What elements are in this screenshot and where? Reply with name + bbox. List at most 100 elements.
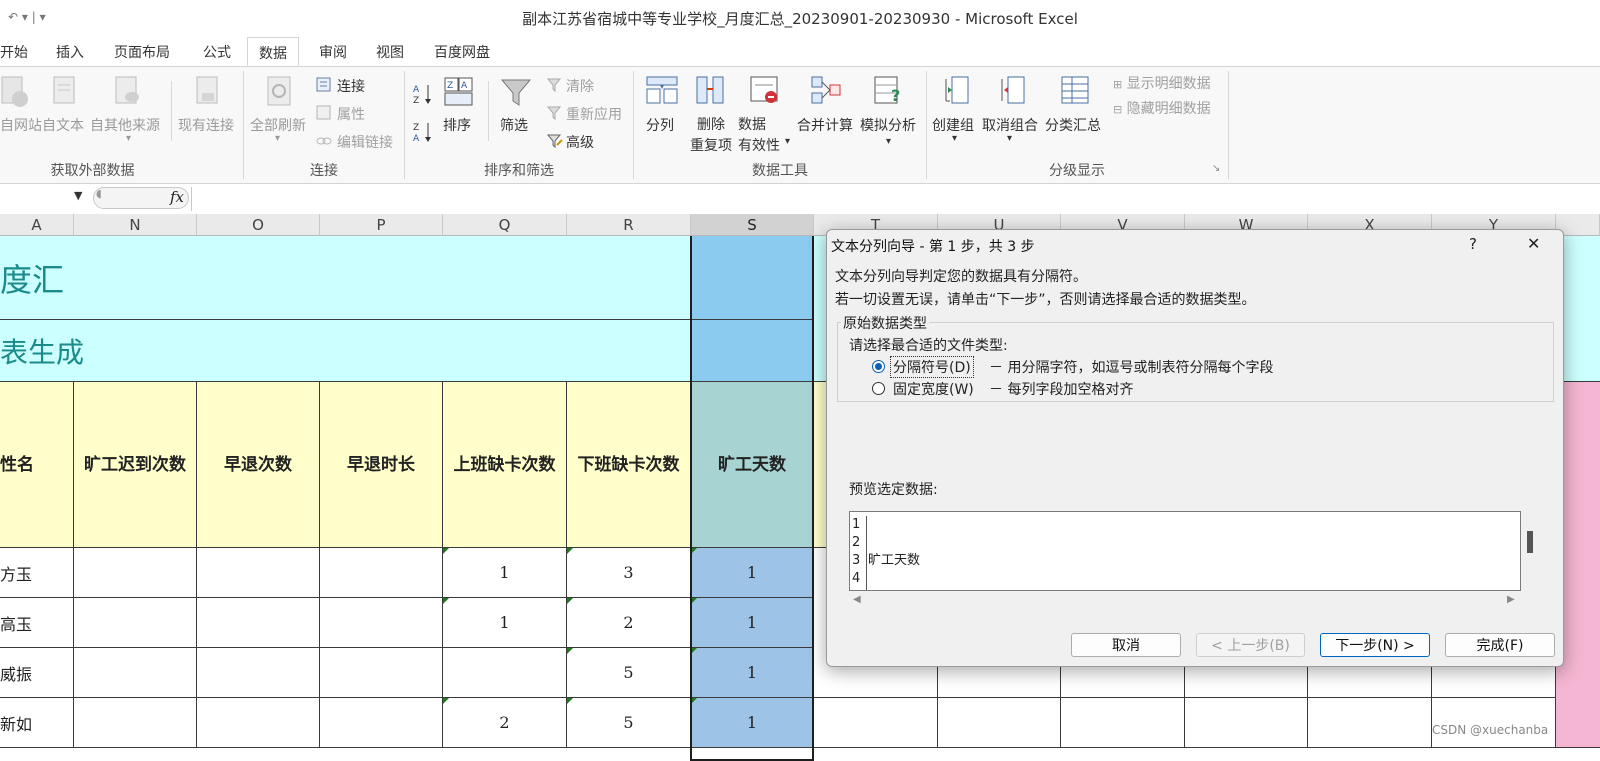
remove-duplicates-button[interactable]: 删除 重复项	[690, 115, 732, 157]
next-button[interactable]: 下一步(N) >	[1320, 633, 1430, 657]
edit-links-button[interactable]: 编辑链接	[337, 132, 393, 152]
cancel-button[interactable]: 取消	[1071, 633, 1181, 657]
data-validation-button[interactable]: 数据 有效性	[738, 115, 780, 157]
cell-o-row4[interactable]	[197, 698, 320, 748]
cell-name-row3[interactable]: 威振	[0, 648, 74, 698]
cell-s-row3[interactable]: 1	[691, 648, 814, 698]
cell-o-row1[interactable]	[197, 548, 320, 598]
text-to-columns-button[interactable]: 分列	[646, 115, 674, 135]
column-header-r[interactable]: R	[567, 214, 691, 236]
header-checkin-missing[interactable]: 上班缺卡次数	[443, 382, 567, 548]
cell-r-row4[interactable]: 5	[567, 698, 691, 748]
cell-q-row1[interactable]: 1	[443, 548, 567, 598]
clear-button[interactable]: 清除	[566, 76, 594, 96]
from-other-sources-button[interactable]: 自其他来源	[90, 115, 160, 135]
cell-q-row4[interactable]: 2	[443, 698, 567, 748]
tab-formulas[interactable]: 公式	[203, 42, 231, 62]
sort-button[interactable]: 排序	[443, 115, 471, 135]
cell-s-row1[interactable]: 1	[691, 548, 814, 598]
what-if-dropdown-arrow[interactable]: ▾	[886, 136, 891, 147]
ungroup-button[interactable]: 取消组合	[982, 115, 1038, 135]
header-absent-late-count[interactable]: 旷工迟到次数	[74, 382, 197, 548]
cell-o-row3[interactable]	[197, 648, 320, 698]
cell-s-row2[interactable]: 1	[691, 598, 814, 648]
scroll-right-arrow[interactable]: ▶	[1507, 594, 1515, 605]
from-text-button[interactable]: 自文本	[42, 115, 84, 135]
cell-s-row4[interactable]: 1	[691, 698, 814, 748]
column-header-o[interactable]: O	[197, 214, 320, 236]
properties-button[interactable]: 属性	[337, 104, 365, 124]
header-early-leave-count[interactable]: 早退次数	[197, 382, 320, 548]
formula-input[interactable]	[192, 187, 1592, 211]
sheet-title-cell[interactable]: 度汇	[0, 236, 691, 320]
other-sources-dropdown-arrow[interactable]: ▾	[126, 133, 131, 144]
refresh-dropdown-arrow[interactable]: ▾	[275, 133, 280, 144]
connections-button[interactable]: 连接	[337, 76, 365, 96]
header-early-leave-duration[interactable]: 早退时长	[320, 382, 443, 548]
help-button[interactable]: ?	[1469, 235, 1477, 253]
cell-t-row4[interactable]	[814, 698, 938, 748]
sheet-subtitle-cell[interactable]: 表生成	[0, 320, 691, 382]
consolidate-button[interactable]: 合并计算	[797, 115, 853, 135]
cell-r-row1[interactable]: 3	[567, 548, 691, 598]
tab-insert[interactable]: 插入	[56, 42, 84, 62]
tab-page-layout[interactable]: 页面布局	[114, 42, 170, 62]
delimited-label[interactable]: 分隔符号(D)	[890, 356, 974, 378]
fixed-width-radio[interactable]	[872, 382, 885, 395]
create-group-button[interactable]: 创建组	[932, 115, 974, 135]
tab-review[interactable]: 审阅	[319, 42, 347, 62]
back-button[interactable]: < 上一步(B)	[1196, 633, 1305, 657]
cell-s1[interactable]	[691, 236, 814, 320]
what-if-analysis-button[interactable]: 模拟分析	[860, 115, 916, 135]
filter-button[interactable]: 筛选	[500, 115, 528, 135]
cell-name-row4[interactable]: 新如	[0, 698, 74, 748]
reapply-button[interactable]: 重新应用	[566, 104, 622, 124]
fixed-width-label[interactable]: 固定宽度(W)	[893, 379, 974, 399]
column-header-a[interactable]: A	[0, 214, 74, 236]
tab-baidu-netdisk[interactable]: 百度网盘	[434, 42, 490, 62]
tab-home[interactable]: 开始	[0, 42, 28, 62]
cell-q-row2[interactable]: 1	[443, 598, 567, 648]
insert-function-button[interactable]: fx	[170, 188, 184, 206]
scroll-left-arrow[interactable]: ◀	[853, 594, 861, 605]
cell-n-row3[interactable]	[74, 648, 197, 698]
subtotal-button[interactable]: 分类汇总	[1045, 115, 1101, 135]
finish-button[interactable]: 完成(F)	[1445, 633, 1555, 657]
cell-n-row2[interactable]	[74, 598, 197, 648]
tab-view[interactable]: 视图	[376, 42, 404, 62]
cell-p-row3[interactable]	[320, 648, 443, 698]
ungroup-dropdown-arrow[interactable]: ▾	[1007, 133, 1012, 144]
cell-name-row2[interactable]: 高玉	[0, 598, 74, 648]
cell-n-row1[interactable]	[74, 548, 197, 598]
name-box-dropdown-arrow[interactable]: ▼	[74, 189, 82, 202]
cell-w-row4[interactable]	[1185, 698, 1308, 748]
refresh-all-button[interactable]: 全部刷新	[250, 115, 306, 135]
cell-p-row1[interactable]	[320, 548, 443, 598]
column-header-q[interactable]: Q	[443, 214, 567, 236]
existing-connections-button[interactable]: 现有连接	[178, 115, 234, 135]
show-detail-button[interactable]: ⊞ 显示明细数据	[1113, 73, 1211, 93]
cell-n-row4[interactable]	[74, 698, 197, 748]
cell-r-row2[interactable]: 2	[567, 598, 691, 648]
header-name-cell[interactable]: 性名	[0, 382, 74, 548]
column-header-s[interactable]: S	[691, 214, 814, 236]
cell-v-row4[interactable]	[1061, 698, 1185, 748]
header-absent-days[interactable]: 旷工天数	[691, 382, 814, 548]
group-dropdown-arrow[interactable]: ▾	[952, 133, 957, 144]
cell-u-row4[interactable]	[938, 698, 1061, 748]
cell-name-row1[interactable]: 方玉	[0, 548, 74, 598]
cell-o-row2[interactable]	[197, 598, 320, 648]
header-checkout-missing[interactable]: 下班缺卡次数	[567, 382, 691, 548]
cell-p-row4[interactable]	[320, 698, 443, 748]
column-header-n[interactable]: N	[74, 214, 197, 236]
cell-r-row3[interactable]: 5	[567, 648, 691, 698]
hide-detail-button[interactable]: ⊟ 隐藏明细数据	[1113, 98, 1211, 118]
tab-data[interactable]: 数据	[247, 37, 299, 66]
cell-q-row3[interactable]	[443, 648, 567, 698]
outline-dialog-launcher[interactable]: ↘	[1212, 163, 1220, 174]
cell-x-row4[interactable]	[1308, 698, 1432, 748]
preview-vertical-scrollbar[interactable]	[1527, 531, 1533, 553]
advanced-button[interactable]: 高级	[566, 132, 594, 152]
cell-p-row2[interactable]	[320, 598, 443, 648]
validation-dropdown-arrow[interactable]: ▾	[785, 136, 790, 147]
